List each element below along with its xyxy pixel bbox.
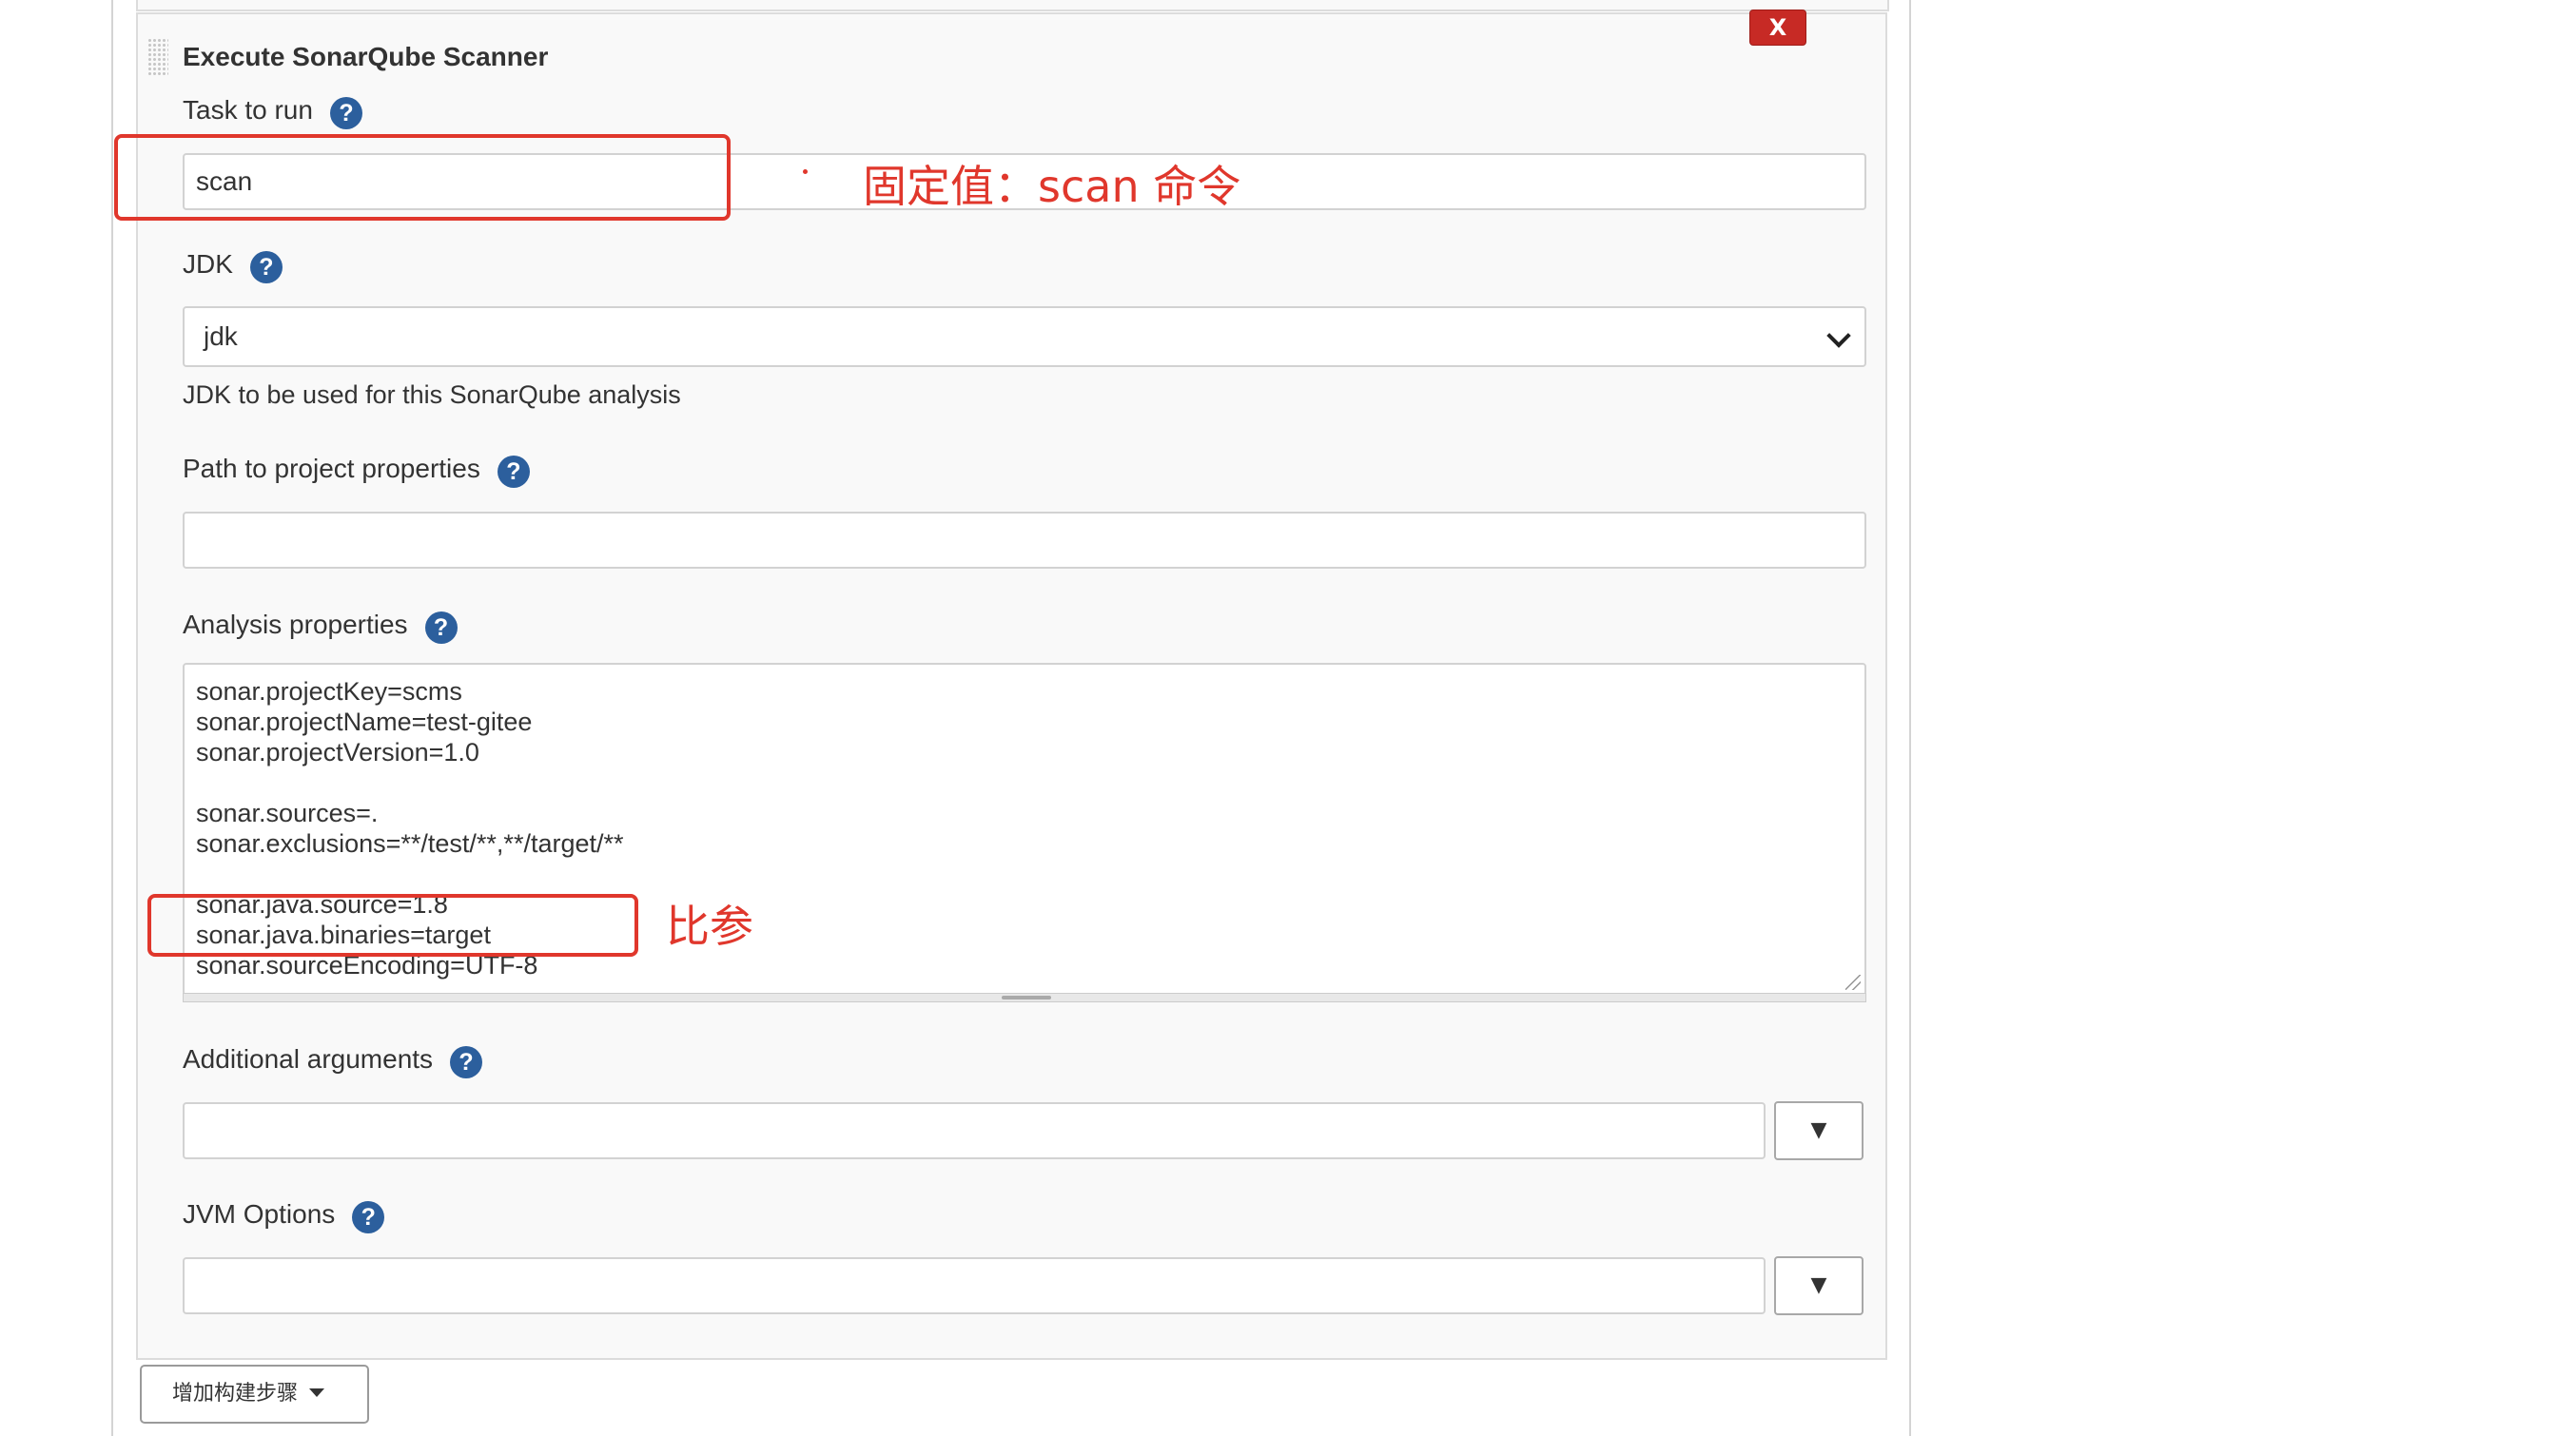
drag-handle-icon[interactable] [147, 38, 168, 76]
jvm-options-label: JVM Options? [183, 1199, 385, 1233]
annotation-fixed-value: 固定值：scan 命令 [863, 161, 1241, 212]
jvm-options-input[interactable] [183, 1257, 1766, 1314]
help-icon[interactable]: ? [424, 611, 458, 644]
property-line: sonar.exclusions=**/test/**,**/target/** [196, 829, 624, 858]
annotation-dot [803, 169, 808, 174]
chevron-down-icon [1826, 323, 1851, 348]
property-line: sonar.sources=. [196, 799, 379, 827]
add-build-step-label: 增加构建步骤 [172, 1382, 299, 1406]
caret-down-icon [309, 1388, 325, 1397]
project-properties-label-text: Path to project properties [183, 454, 480, 483]
task-to-run-label: Task to run? [183, 95, 362, 129]
project-properties-input[interactable] [183, 512, 1866, 569]
textarea-scrollbar[interactable] [183, 993, 1866, 1002]
help-icon[interactable]: ? [352, 1201, 385, 1233]
scrollbar-thumb[interactable] [1002, 996, 1051, 999]
previous-step-edge [136, 0, 1889, 11]
jdk-hint: JDK to be used for this SonarQube analys… [183, 380, 681, 409]
task-to-run-label-text: Task to run [183, 95, 313, 125]
additional-arguments-dropdown-button[interactable]: ▼ [1774, 1101, 1864, 1160]
jdk-label: JDK? [183, 249, 283, 283]
resize-grip-icon[interactable] [1845, 975, 1861, 990]
add-build-step-button[interactable]: 增加构建步骤 [140, 1365, 369, 1424]
property-line: sonar.projectKey=scms [196, 677, 462, 706]
step-title: Execute SonarQube Scanner [183, 42, 549, 71]
project-properties-label: Path to project properties? [183, 454, 530, 488]
property-line: sonar.projectName=test-gitee [196, 708, 533, 736]
help-icon[interactable]: ? [497, 456, 530, 488]
property-line [196, 767, 1853, 798]
delete-step-button[interactable]: X [1749, 10, 1806, 46]
additional-arguments-label-text: Additional arguments [183, 1044, 434, 1074]
annotation-box-java [147, 894, 638, 957]
annotation-compare: 比参 [666, 901, 753, 952]
help-icon[interactable]: ? [249, 251, 283, 283]
property-line [196, 859, 1853, 889]
jvm-options-dropdown-button[interactable]: ▼ [1774, 1256, 1864, 1315]
additional-arguments-label: Additional arguments? [183, 1044, 483, 1078]
jdk-selected-value: jdk [204, 321, 238, 351]
jdk-label-text: JDK [183, 249, 233, 279]
additional-arguments-input[interactable] [183, 1102, 1766, 1159]
analysis-properties-label: Analysis properties? [183, 610, 458, 644]
jdk-select[interactable]: jdk [183, 306, 1866, 367]
property-line: sonar.projectVersion=1.0 [196, 738, 479, 767]
help-icon[interactable]: ? [450, 1046, 483, 1078]
help-icon[interactable]: ? [329, 97, 362, 129]
annotation-box-task [114, 134, 731, 221]
analysis-properties-label-text: Analysis properties [183, 610, 408, 639]
jvm-options-label-text: JVM Options [183, 1199, 336, 1229]
